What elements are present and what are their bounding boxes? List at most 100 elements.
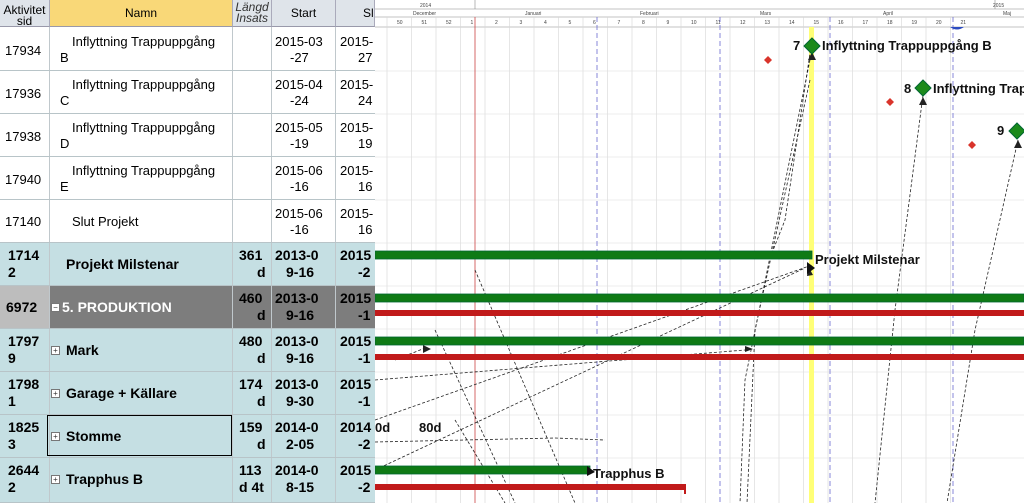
row-id: 1797 (8, 333, 40, 349)
bar-mark-baseline[interactable] (375, 336, 1024, 346)
summary-row-selected[interactable]: 6972 −5. PRODUKTION 460 d 2013-0 9-16 2015… (0, 286, 375, 329)
expand-icon[interactable]: + (51, 389, 60, 398)
milestone-diamond[interactable] (914, 79, 932, 97)
row-length-unit: d (257, 436, 266, 452)
timeline-week: 18 (887, 20, 893, 26)
row-length-unit: d 4t (239, 479, 264, 495)
column-header-start-label: Start (290, 5, 317, 20)
timeline-week: 19 (912, 20, 918, 26)
bar-trapphus-actual[interactable] (375, 484, 686, 490)
bar-label-trapphus: Trapphus B (593, 466, 665, 481)
expand-icon[interactable]: + (51, 475, 60, 484)
row-length: 361 (239, 247, 263, 263)
row-start: 2014-0 (275, 419, 319, 435)
column-header-name-label: Namn (124, 5, 157, 20)
timeline-week: 8 (642, 20, 645, 26)
column-header-slut[interactable]: Sl (336, 0, 375, 27)
row-start: 2015-05 (275, 120, 323, 135)
row-name-suffix: C (60, 93, 70, 108)
column-header-slut-label: Sl (363, 5, 374, 20)
deadline-marker[interactable] (764, 56, 772, 64)
timeline-week: 13 (765, 20, 771, 26)
row-finish-cont: -1 (358, 393, 371, 409)
row-start: 2015-04 (275, 77, 323, 92)
bar-trapphus-baseline[interactable] (375, 465, 591, 475)
summary-row[interactable]: 1825 3 + Stomme 159 d 2014-0 2-05 2014 -2 (0, 415, 375, 458)
timeline-week: 16 (838, 20, 844, 26)
timeline-month: Mars (760, 11, 772, 17)
collapse-icon[interactable]: − (51, 303, 60, 312)
row-start: 2013-0 (275, 290, 319, 306)
row-finish-cont: -2 (358, 264, 371, 280)
row-length-unit: d (257, 350, 266, 366)
summary-row[interactable]: 1714 2 Projekt Milstenar 361 d 2013-0 9-16 … (0, 243, 375, 286)
project-planner-window: Aktivitetsid Namn Längd Insats Start Sl … (0, 0, 1024, 503)
timeline-week: 6 (593, 20, 596, 26)
row-id-cont: 9 (8, 350, 16, 366)
milestone-label-b: Inflyttning Trappuppgång B (822, 38, 992, 53)
column-header-start[interactable]: Start (272, 0, 336, 27)
row-id-cont: 1 (8, 393, 16, 409)
timeline-week: 14 (789, 20, 795, 26)
expand-icon[interactable]: + (51, 346, 60, 355)
milestone-diamond[interactable] (1008, 122, 1024, 140)
timeline-year-2014: 2014 (420, 3, 431, 9)
summary-row[interactable]: 2644 2 + Trapphus B 113 d 4t 2014-0 8-15 201… (0, 458, 375, 503)
row-name: Inflyttning Trappuppgång (72, 34, 216, 49)
row-start: 2013-0 (275, 376, 319, 392)
row-name-suffix: E (60, 179, 69, 194)
timeline-week: 4 (544, 20, 547, 26)
timeline-week: 1 (471, 20, 474, 26)
deadline-marker[interactable] (968, 141, 976, 149)
column-header-length[interactable]: Längd Insats (233, 0, 272, 27)
summary-row[interactable]: 1798 1 + Garage + Källare 174 d 2013-0 9-30 … (0, 372, 375, 415)
row-name: Slut Projekt (72, 214, 139, 229)
row-id-cont: 3 (8, 436, 16, 452)
row-finish: 2015- (340, 163, 374, 178)
row-id: 2644 (8, 462, 40, 478)
timeline-week: 52 (446, 20, 452, 26)
row-finish-cont: 19 (358, 136, 373, 151)
timeline-month: April (883, 11, 893, 17)
row-name-suffix: B (60, 50, 69, 65)
timeline-month: Januari (525, 11, 541, 17)
row-finish-cont: -1 (358, 307, 371, 323)
row-length: 480 (239, 333, 263, 349)
row-start-cont: -16 (290, 179, 309, 194)
row-length-unit: d (257, 393, 266, 409)
gantt-chart[interactable]: 2014 2015 December Januari Februari Mars… (375, 0, 1024, 503)
row-finish-cont: 24 (358, 93, 373, 108)
table-row[interactable]: 17938 Inflyttning Trappuppgång D 2015-05-… (0, 114, 375, 157)
table-row[interactable]: 17936 Inflyttning Trappuppgång C 2015-04-… (0, 71, 375, 114)
column-header-id[interactable]: Aktivitetsid (0, 0, 50, 27)
row-finish: 2015 (340, 376, 372, 392)
timeline-week: 20 (936, 20, 942, 26)
row-gridlines (375, 70, 1024, 459)
duration-label: 80d (419, 420, 441, 435)
row-start-cont: 9-30 (286, 393, 315, 409)
row-finish-cont: -1 (358, 350, 371, 366)
bar-produktion-baseline[interactable] (375, 293, 1024, 303)
row-finish: 2015 (340, 247, 372, 263)
deadline-marker[interactable] (886, 98, 894, 106)
activity-grid: Aktivitetsid Namn Längd Insats Start Sl … (0, 0, 376, 503)
row-name: 5. PRODUKTION (62, 299, 172, 315)
table-row[interactable]: 17140 Slut Projekt 2015-06 -16 2015- 16 (0, 200, 375, 243)
row-id-cont: 2 (8, 479, 16, 495)
bar-produktion-actual[interactable] (375, 310, 1024, 316)
column-header-name[interactable]: Namn (50, 0, 233, 27)
row-start-cont: -19 (290, 136, 309, 151)
row-finish: 2015 (340, 462, 372, 478)
bar-mark-actual[interactable] (375, 354, 1024, 360)
row-start: 2013-0 (275, 333, 319, 349)
timeline-week: 7 (618, 20, 621, 26)
row-id: 1798 (8, 376, 40, 392)
row-length-unit: d (257, 264, 266, 280)
summary-row[interactable]: 1797 9 + Mark 480 d 2013-0 9-16 2015 -1 (0, 329, 375, 372)
table-row[interactable]: 17940 Inflyttning Trappuppgång E 2015-06-… (0, 157, 375, 200)
row-name: Inflyttning Trappuppgång (72, 163, 216, 178)
row-name: Inflyttning Trappuppgång (72, 77, 216, 92)
milestone-diamond[interactable] (803, 37, 821, 55)
bar-projekt-milstenar[interactable] (375, 250, 813, 260)
table-row[interactable]: 17934 Inflyttning Trappuppgång B 2015-03-… (0, 27, 375, 71)
